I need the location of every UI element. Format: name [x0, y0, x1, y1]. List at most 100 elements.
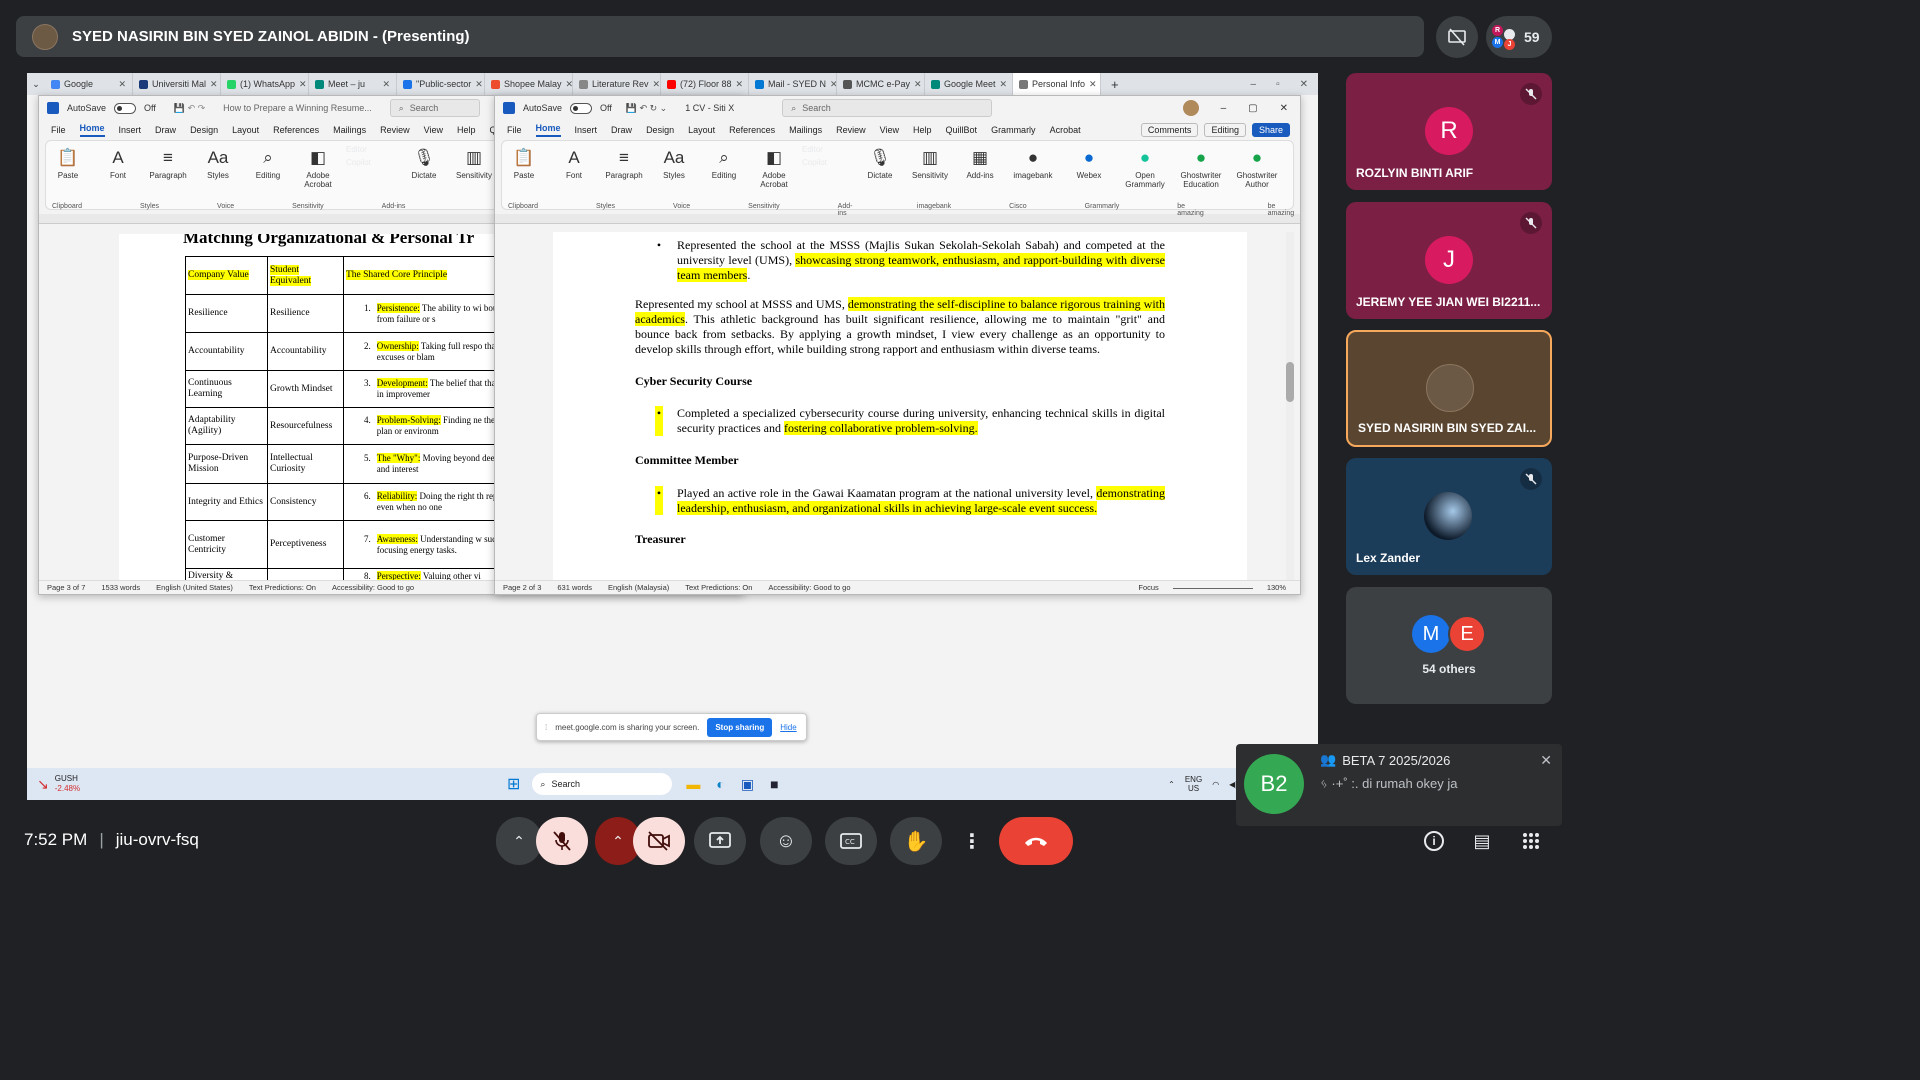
menu-tab[interactable]: Insert [575, 125, 598, 135]
ribbon-side-button[interactable]: Copilot [346, 158, 396, 167]
menu-tab[interactable]: References [729, 125, 775, 135]
editing-button[interactable]: Editing [1204, 123, 1246, 137]
hide-share-bar-link[interactable]: Hide [780, 723, 796, 732]
word-window-2[interactable]: AutoSave Off 💾 ↶ ↻ ⌄ 1 CV - Siti X ⌕ Sear… [494, 95, 1301, 595]
ribbon-button[interactable]: ≡ Paragraph [146, 145, 190, 181]
ribbon-button[interactable]: ▦Add-ins [958, 145, 1002, 181]
tile-rozlyin[interactable]: R ROZLYIN BINTI ARIF [1346, 73, 1552, 190]
browser-tab[interactable]: Literature Rev ✕ [573, 73, 661, 95]
ribbon-button[interactable]: Aa Styles [196, 145, 240, 181]
ribbon-button[interactable]: A Font [96, 145, 140, 181]
share-button[interactable]: Share [1251, 123, 1290, 137]
browser-tab[interactable]: Mail - SYED N ✕ [749, 73, 837, 95]
menu-tab[interactable]: QuillBot [946, 125, 978, 135]
close-tab-icon[interactable]: ✕ [736, 79, 744, 90]
quick-access-icons[interactable]: 💾 ↶ ↻ ⌄ [626, 103, 667, 114]
menu-tab[interactable]: Draw [611, 125, 632, 135]
browser-tab[interactable]: Google Meet ✕ [925, 73, 1013, 95]
menu-tab[interactable]: View [424, 125, 443, 135]
taskbar-search[interactable]: ⌕ Search [532, 773, 673, 795]
hide-tile-button[interactable] [1436, 16, 1478, 58]
word-taskbar-icon[interactable]: ▣ [741, 776, 754, 793]
tile-others[interactable]: M E 54 others [1346, 587, 1552, 704]
file-explorer-icon[interactable]: ▬ [686, 776, 700, 793]
menu-tab[interactable]: Home [535, 123, 561, 137]
ribbon-button[interactable]: ▥ Sensitivity [908, 145, 952, 181]
menu-tab[interactable]: Layout [688, 125, 715, 135]
minimize-icon[interactable]: – [1221, 103, 1227, 114]
tile-lex[interactable]: Lex Zander [1346, 458, 1552, 575]
vertical-scrollbar[interactable] [1286, 232, 1294, 580]
ribbon-side-button[interactable]: Copilot [802, 158, 852, 167]
menu-tab[interactable]: Layout [232, 125, 259, 135]
ribbon-side-button[interactable]: Editor [346, 145, 396, 154]
raise-hand-button[interactable]: ✋ [890, 817, 942, 865]
ribbon-button[interactable]: A Font [552, 145, 596, 181]
menu-tab[interactable]: Mailings [789, 125, 822, 135]
menu-tab[interactable]: Grammarly [991, 125, 1036, 135]
browser-tab[interactable]: (72) Floor 88 ✕ [661, 73, 749, 95]
emoji-button[interactable]: ☺ [760, 817, 812, 865]
chat-notification[interactable]: B2 👥 BETA 7 2025/2026 ᛃ ·+˚ :. di rumah … [1236, 744, 1562, 826]
browser-tab[interactable]: (1) WhatsApp ✕ [221, 73, 309, 95]
ribbon-addin-button[interactable]: ● Ghostwriter Author [1232, 145, 1282, 190]
close-tab-icon[interactable]: ✕ [914, 79, 922, 90]
leave-call-button[interactable] [999, 817, 1073, 865]
menu-tab[interactable]: Design [190, 125, 218, 135]
close-tab-icon[interactable]: ✕ [1000, 79, 1008, 90]
maximize-icon[interactable]: ▫ [1276, 79, 1280, 90]
menu-tab[interactable]: File [507, 125, 522, 135]
camera-toggle-button[interactable] [633, 817, 685, 865]
close-tab-icon[interactable]: ✕ [1089, 79, 1097, 90]
browser-tab[interactable]: Shopee Malay ✕ [485, 73, 573, 95]
ribbon-button[interactable]: 📋 Paste [502, 145, 546, 181]
close-tab-icon[interactable]: ✕ [118, 79, 126, 90]
tile-syed[interactable]: SYED NASIRIN BIN SYED ZAI... [1346, 330, 1552, 447]
captions-button[interactable]: CC [825, 817, 877, 865]
chat-button[interactable]: ▤ [1462, 817, 1502, 865]
menu-tab[interactable]: View [880, 125, 899, 135]
zoom-slider[interactable] [1172, 583, 1253, 589]
wifi-icon[interactable]: ◠ [1212, 780, 1219, 789]
menu-tab[interactable]: Draw [155, 125, 176, 135]
browser-tab[interactable]: Universiti Mal ✕ [133, 73, 221, 95]
browser-tab[interactable]: Meet – ju ✕ [309, 73, 397, 95]
new-tab-button[interactable]: + [1101, 77, 1129, 92]
search-box[interactable]: ⌕ Search [389, 99, 480, 117]
browser-tab[interactable]: Personal Info ✕ [1013, 73, 1101, 95]
ribbon-side-button[interactable]: Editor [802, 145, 852, 154]
close-tab-icon[interactable]: ✕ [210, 79, 218, 90]
ribbon-button[interactable]: ⌕ Editing [246, 145, 290, 181]
minimize-icon[interactable]: – [1251, 79, 1257, 90]
menu-tab[interactable]: Review [836, 125, 866, 135]
ribbon-button[interactable]: 🎙 Dictate [858, 145, 902, 181]
mic-toggle-button[interactable] [536, 817, 588, 865]
browser-tab[interactable]: MCMC e-Pay ✕ [837, 73, 925, 95]
tab-menu-icon[interactable]: ⌄ [27, 79, 45, 90]
stop-sharing-button[interactable]: Stop sharing [707, 717, 773, 737]
ribbon-addin-button[interactable]: ● Ghostwriter Education [1176, 145, 1226, 190]
menu-tab[interactable]: Help [913, 125, 932, 135]
present-button[interactable] [694, 817, 746, 865]
ribbon-button[interactable]: ◧ Adobe Acrobat [752, 145, 796, 190]
more-options-button[interactable]: ⋮ [955, 817, 989, 865]
search-box[interactable]: ⌕ Search [782, 99, 993, 117]
menu-tab[interactable]: References [273, 125, 319, 135]
browser-tab[interactable]: Google ✕ [45, 73, 133, 95]
tile-jeremy[interactable]: J JEREMY YEE JIAN WEI BI2211... [1346, 202, 1552, 319]
zoom-level[interactable]: 130% [1267, 583, 1286, 592]
participants-button[interactable]: R M J 59 [1486, 16, 1552, 58]
ribbon-button[interactable]: 🎙 Dictate [402, 145, 446, 181]
edge-icon[interactable]: ◐ [716, 776, 724, 793]
menu-tab[interactable]: Help [457, 125, 476, 135]
autosave-toggle[interactable] [570, 102, 593, 114]
focus-button[interactable]: Focus [1138, 583, 1158, 592]
app-icon[interactable]: ■ [770, 776, 778, 793]
maximize-icon[interactable]: ▢ [1248, 103, 1257, 114]
close-notification-icon[interactable]: ✕ [1540, 752, 1552, 769]
close-tab-icon[interactable]: ✕ [299, 79, 307, 90]
windows-start-icon[interactable]: ⊞ [507, 774, 520, 794]
close-icon[interactable]: ✕ [1280, 103, 1288, 114]
ribbon-addin-button[interactable]: ● Webex [1064, 145, 1114, 181]
ribbon-button[interactable]: 📋 Paste [46, 145, 90, 181]
